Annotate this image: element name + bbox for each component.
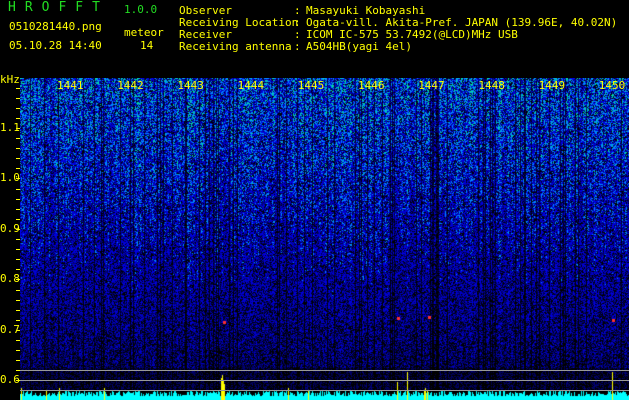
unit-label: kHz: [0, 73, 20, 86]
y-tick: [16, 158, 20, 160]
minute-label: 1449: [538, 79, 566, 92]
meteor-count: 14: [140, 39, 154, 52]
y-tick: [16, 299, 20, 301]
y-tick: [16, 329, 20, 331]
meteor-label: meteor: [124, 26, 164, 39]
minute-label: 1442: [117, 79, 144, 92]
y-tick: [16, 319, 20, 321]
info-label: Receiving antenna: [179, 40, 292, 53]
info-separator: :: [294, 40, 301, 53]
divider-line: [20, 380, 629, 381]
y-tick: [16, 198, 20, 200]
y-tick: [16, 279, 20, 281]
minute-label: 1448: [478, 79, 505, 92]
y-tick: [16, 148, 20, 150]
minute-label: 1443: [177, 79, 204, 92]
app-title: HROFFT: [8, 0, 109, 15]
y-tick: [16, 138, 20, 140]
y-tick: [16, 218, 20, 220]
minute-label: 1450: [598, 79, 626, 92]
minute-label: 1445: [297, 79, 325, 92]
divider-line: [20, 390, 629, 391]
y-tick: [16, 309, 20, 311]
minute-label: 1447: [418, 79, 445, 92]
y-tick: [16, 269, 20, 271]
y-tick: [16, 370, 20, 371]
minute-label: 1444: [237, 79, 265, 92]
y-tick: [16, 118, 20, 119]
y-tick: [16, 239, 20, 241]
y-tick: [16, 259, 20, 261]
y-tick: [16, 108, 20, 109]
datetime: 05.10.28 14:40: [9, 39, 102, 52]
y-tick: [16, 178, 20, 180]
spectrogram: [20, 78, 629, 400]
app-version: 1.0.0: [124, 3, 158, 16]
y-tick: [16, 380, 20, 381]
y-tick: [16, 340, 20, 341]
y-tick: [16, 88, 20, 89]
y-tick: [16, 350, 20, 351]
y-tick: [16, 289, 20, 291]
y-tick: [16, 208, 20, 210]
y-tick: [16, 128, 20, 129]
filename: 0510281440.png: [9, 20, 102, 33]
minute-label: 1441: [57, 79, 84, 92]
y-tick: [16, 98, 20, 99]
y-tick: [16, 188, 20, 190]
divider-line: [20, 370, 629, 371]
y-tick: [16, 228, 20, 230]
y-tick: [16, 168, 20, 170]
minute-label: 1446: [358, 79, 385, 92]
info-value: A504HB(yagi 4el): [306, 40, 412, 53]
y-tick: [16, 360, 20, 361]
y-tick: [16, 249, 20, 251]
